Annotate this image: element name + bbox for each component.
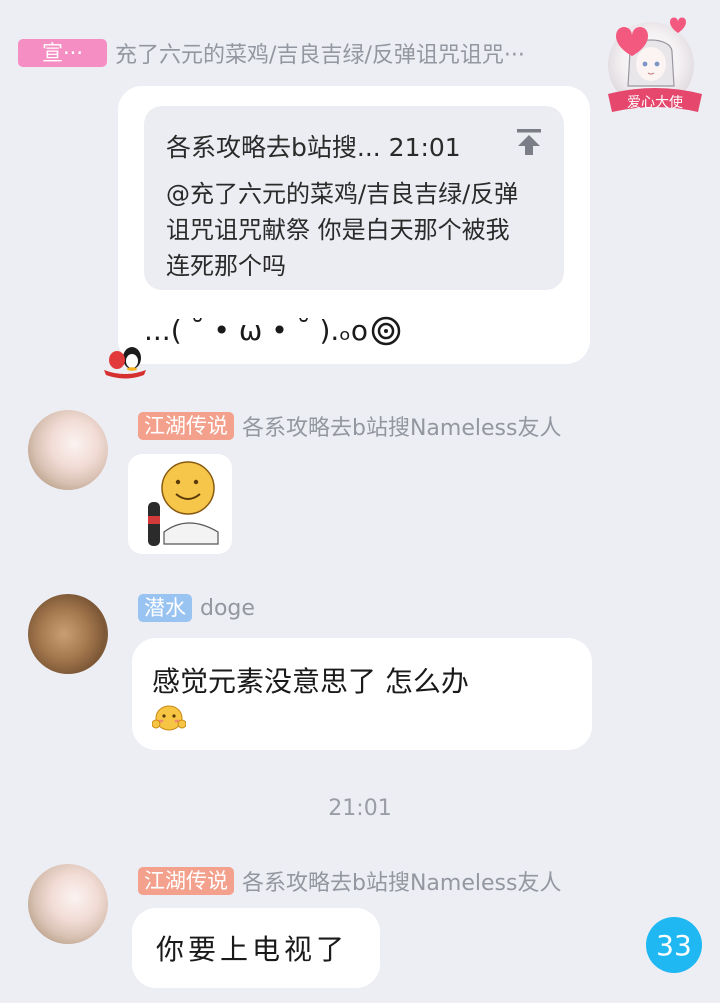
emoji-cola-sticker-icon (148, 461, 219, 546)
member-title-badge: 潜水 (138, 594, 192, 622)
message-bubble[interactable]: 各系攻略去b站搜... 21:01 @充了六元的菜鸡/吉良吉绿/反弹 诅咒诅咒献… (118, 86, 590, 364)
message-text: ...( ˘ • ω • ˘ ).ₒo (144, 314, 369, 347)
sender-line: 宣··· 充了六元的菜鸡/吉良吉绿/反弹诅咒诅咒··· (18, 37, 525, 69)
message-bubble[interactable]: 你要上电视了 (132, 908, 380, 988)
reply-quote[interactable]: 各系攻略去b站搜... 21:01 @充了六元的菜鸡/吉良吉绿/反弹 诅咒诅咒献… (144, 106, 564, 290)
sender-name[interactable]: 充了六元的菜鸡/吉良吉绿/反弹诅咒诅咒··· (115, 37, 525, 69)
message-text-row: ...( ˘ • ω • ˘ ).ₒo (144, 314, 402, 347)
member-title-badge: 江湖传说 (138, 867, 234, 895)
sender-line: 江湖传说 各系攻略去b站搜Nameless友人 (138, 865, 561, 897)
image-message[interactable] (128, 454, 232, 554)
chat-screen: 宣··· 充了六元的菜鸡/吉良吉绿/反弹诅咒诅咒··· 爱心大使 各系攻略去b站… (0, 0, 720, 1003)
quote-body: @充了六元的菜鸡/吉良吉绿/反弹 诅咒诅咒献祭 你是白天那个被我 连死那个吗 (166, 176, 518, 284)
jump-to-top-icon[interactable] (516, 128, 542, 156)
quote-body-line: 诅咒诅咒献祭 你是白天那个被我 (166, 216, 510, 244)
quote-body-line: 连死那个吗 (166, 252, 286, 280)
love-ambassador-sticker-icon: 爱心大使 (608, 17, 702, 112)
message-text: 你要上电视了 (156, 933, 349, 966)
sender-avatar[interactable] (28, 864, 108, 944)
sticker-label: 爱心大使 (627, 94, 683, 111)
qq-penguin-sled-icon (104, 347, 146, 379)
at-swirl-icon (371, 316, 401, 345)
sender-line: 江湖传说 各系攻略去b站搜Nameless友人 (138, 410, 561, 442)
quote-body-line: @充了六元的菜鸡/吉良吉绿/反弹 (166, 180, 519, 208)
unread-count-badge[interactable]: 33 (646, 917, 702, 973)
timestamp-divider: 21:01 (328, 796, 392, 821)
member-title-badge: 江湖传说 (138, 412, 234, 440)
hug-emoji-icon (152, 705, 186, 731)
sender-line: 潜水 doge (138, 594, 255, 622)
member-title-badge: 宣··· (18, 39, 108, 67)
sender-name[interactable]: 各系攻略去b站搜Nameless友人 (242, 865, 561, 897)
sender-avatar[interactable] (28, 594, 108, 674)
message-bubble[interactable]: 感觉元素没意思了 怎么办 (132, 638, 592, 750)
sender-name[interactable]: doge (200, 596, 255, 621)
quote-header: 各系攻略去b站搜... 21:01 (166, 133, 461, 162)
sender-avatar[interactable] (28, 410, 108, 490)
sender-name[interactable]: 各系攻略去b站搜Nameless友人 (242, 410, 561, 442)
message-text: 感觉元素没意思了 怎么办 (152, 665, 469, 698)
